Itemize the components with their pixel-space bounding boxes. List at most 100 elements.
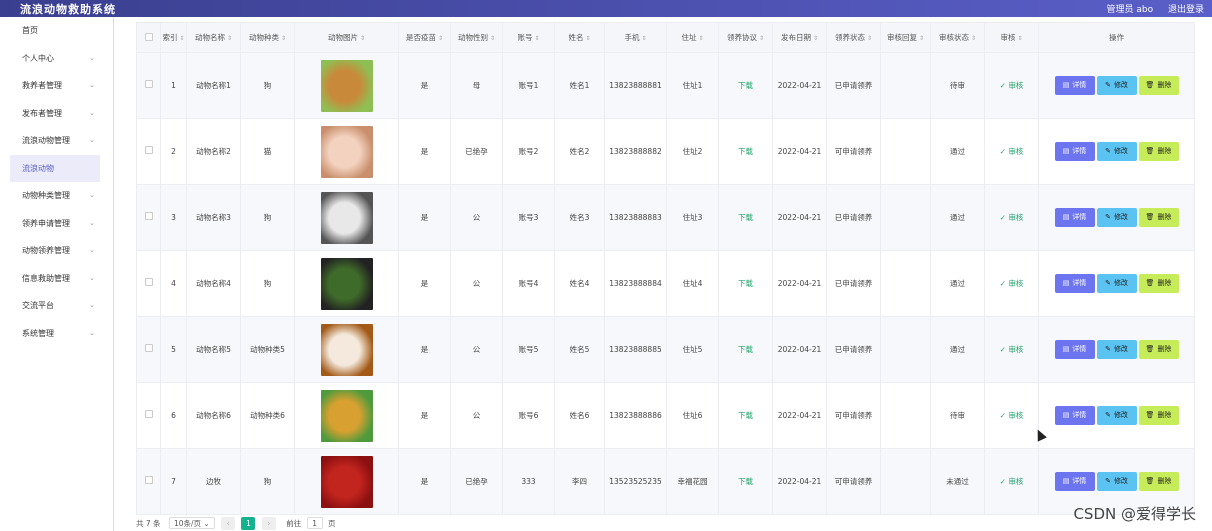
sidebar-item[interactable]: 发布者管理 ⌄	[0, 100, 113, 128]
detail-button[interactable]: ▤ 详情	[1054, 274, 1095, 293]
sort-icon[interactable]: ⇕	[698, 35, 703, 42]
sort-icon[interactable]: ⇕	[534, 35, 539, 42]
sidebar-item[interactable]: 领养申请管理 ⌄	[0, 210, 113, 238]
sidebar-item[interactable]: 动物领养管理 ⌄	[0, 237, 113, 265]
sidebar-item[interactable]: 信息救助管理 ⌄	[0, 265, 113, 293]
sidebar-item[interactable]: 动物种类管理 ⌄	[0, 182, 113, 210]
delete-button[interactable]: 🗑 删除	[1138, 142, 1179, 161]
sort-icon[interactable]: ⇕	[585, 35, 590, 42]
edit-button[interactable]: ✎ 修改	[1096, 208, 1137, 227]
sort-icon[interactable]: ⇕	[759, 35, 764, 42]
row-checkbox[interactable]	[136, 382, 161, 449]
sidebar-item[interactable]: 流浪动物管理 ⌄	[0, 127, 113, 155]
sidebar-item[interactable]: 系统管理 ⌄	[0, 320, 113, 348]
select-all-checkbox[interactable]	[136, 22, 161, 53]
delete-button[interactable]: 🗑 删除	[1138, 208, 1179, 227]
animal-photo	[320, 125, 373, 178]
download-agreement-link[interactable]: 下载	[738, 279, 753, 288]
row-checkbox[interactable]	[136, 52, 161, 119]
download-agreement-link[interactable]: 下载	[738, 411, 753, 420]
audit-link[interactable]: 审核	[1008, 81, 1023, 90]
delete-button[interactable]: 🗑 删除	[1138, 406, 1179, 425]
column-header[interactable]: 审核 ⇕	[984, 22, 1039, 53]
audit-link[interactable]: 审核	[1008, 345, 1023, 354]
sort-icon[interactable]: ⇕	[919, 35, 924, 42]
detail-button[interactable]: ▤ 详情	[1054, 472, 1095, 491]
sidebar-item[interactable]: 个人中心 ⌄	[0, 45, 113, 73]
edit-button[interactable]: ✎ 修改	[1096, 472, 1137, 491]
page-number-button[interactable]: 1	[241, 517, 256, 530]
sidebar-item[interactable]: 首页	[0, 17, 113, 45]
table-cell: 通过	[930, 118, 985, 185]
prev-page-button[interactable]: ‹	[221, 517, 236, 530]
sort-icon[interactable]: ⇕	[179, 35, 184, 42]
row-checkbox[interactable]	[136, 448, 161, 515]
download-agreement-link[interactable]: 下载	[738, 345, 753, 354]
sidebar-item[interactable]: 救养者管理 ⌄	[0, 72, 113, 100]
download-agreement-link[interactable]: 下载	[738, 213, 753, 222]
column-header[interactable]: 发布日期 ⇕	[772, 22, 827, 53]
column-header[interactable]: 姓名 ⇕	[554, 22, 605, 53]
edit-button-label: 修改	[1113, 411, 1128, 419]
delete-button[interactable]: 🗑 删除	[1138, 472, 1179, 491]
column-header[interactable]: 账号 ⇕	[502, 22, 555, 53]
sidebar-item[interactable]: 流浪动物	[10, 154, 100, 182]
delete-button[interactable]: 🗑 删除	[1138, 76, 1179, 95]
logout-link[interactable]: 退出登录	[1168, 5, 1204, 15]
detail-button[interactable]: ▤ 详情	[1054, 76, 1095, 95]
page-jump-input[interactable]: 1	[306, 517, 323, 529]
sort-icon[interactable]: ⇕	[438, 35, 443, 42]
delete-button[interactable]: 🗑 删除	[1138, 340, 1179, 359]
sort-icon[interactable]: ⇕	[360, 35, 365, 42]
sort-icon[interactable]: ⇕	[971, 35, 976, 42]
edit-button[interactable]: ✎ 修改	[1096, 76, 1137, 95]
column-header[interactable]: 是否疫苗 ⇕	[398, 22, 451, 53]
edit-button[interactable]: ✎ 修改	[1096, 274, 1137, 293]
sort-icon[interactable]: ⇕	[813, 35, 818, 42]
column-header[interactable]: 动物种类 ⇕	[240, 22, 295, 53]
column-header[interactable]: 领养协议 ⇕	[718, 22, 773, 53]
audit-link[interactable]: 审核	[1008, 279, 1023, 288]
sort-icon[interactable]: ⇕	[867, 35, 872, 42]
audit-link[interactable]: 审核	[1008, 213, 1023, 222]
audit-link[interactable]: 审核	[1008, 147, 1023, 156]
column-header-label: 手机	[624, 33, 640, 42]
cell-vacc: 是	[420, 345, 429, 354]
detail-button[interactable]: ▤ 详情	[1054, 406, 1095, 425]
audit-link[interactable]: 审核	[1008, 411, 1023, 420]
column-header[interactable]: 操作	[1038, 22, 1195, 53]
column-header[interactable]: 领养状态 ⇕	[826, 22, 881, 53]
edit-button[interactable]: ✎ 修改	[1096, 142, 1137, 161]
download-agreement-link[interactable]: 下载	[738, 147, 753, 156]
delete-button[interactable]: 🗑 删除	[1138, 274, 1179, 293]
detail-button[interactable]: ▤ 详情	[1054, 340, 1095, 359]
next-page-button[interactable]: ›	[261, 517, 276, 530]
edit-button[interactable]: ✎ 修改	[1096, 340, 1137, 359]
column-header[interactable]: 动物图片 ⇕	[294, 22, 399, 53]
column-header[interactable]: 动物名称 ⇕	[186, 22, 241, 53]
delete-button-label: 删除	[1157, 213, 1172, 221]
edit-button[interactable]: ✎ 修改	[1096, 406, 1137, 425]
row-checkbox[interactable]	[136, 118, 161, 185]
column-header[interactable]: 手机 ⇕	[604, 22, 667, 53]
audit-link[interactable]: 审核	[1008, 477, 1023, 486]
column-header[interactable]: 索引 ⇕	[160, 22, 187, 53]
column-header[interactable]: 住址 ⇕	[666, 22, 719, 53]
sort-icon[interactable]: ⇕	[1017, 35, 1022, 42]
sort-icon[interactable]: ⇕	[490, 35, 495, 42]
column-header[interactable]: 动物性别 ⇕	[450, 22, 503, 53]
sort-icon[interactable]: ⇕	[227, 35, 232, 42]
detail-button[interactable]: ▤ 详情	[1054, 142, 1095, 161]
column-header[interactable]: 审核状态 ⇕	[930, 22, 985, 53]
download-agreement-link[interactable]: 下载	[738, 81, 753, 90]
row-checkbox[interactable]	[136, 184, 161, 251]
detail-button[interactable]: ▤ 详情	[1054, 208, 1095, 227]
download-agreement-link[interactable]: 下载	[738, 477, 753, 486]
row-checkbox[interactable]	[136, 316, 161, 383]
sidebar-item[interactable]: 交流平台 ⌄	[0, 292, 113, 320]
row-checkbox[interactable]	[136, 250, 161, 317]
sort-icon[interactable]: ⇕	[281, 35, 286, 42]
page-size-select[interactable]: 10条/页 ⌄	[168, 517, 215, 529]
column-header[interactable]: 审核回复 ⇕	[880, 22, 931, 53]
sort-icon[interactable]: ⇕	[641, 35, 646, 42]
